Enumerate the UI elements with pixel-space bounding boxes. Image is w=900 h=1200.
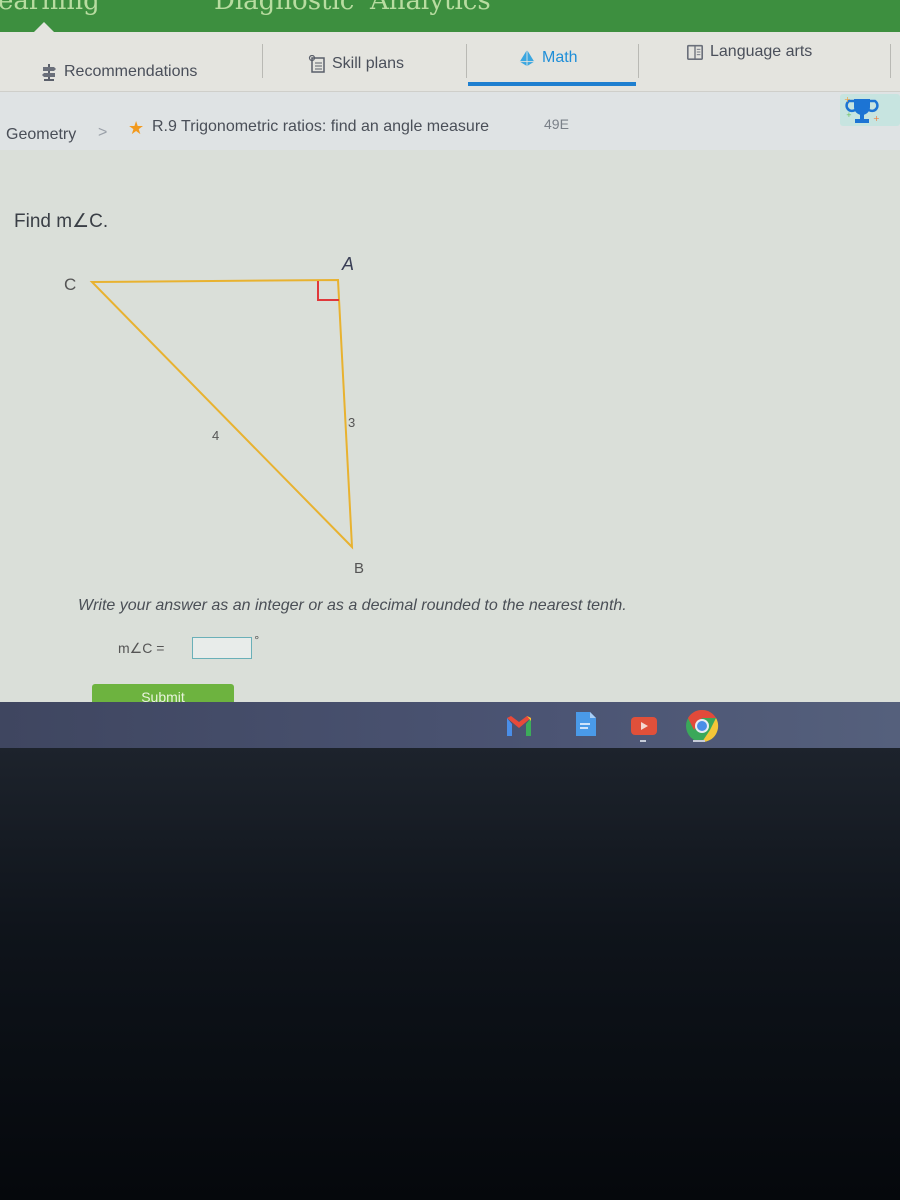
awards-button[interactable]: + + + bbox=[840, 94, 900, 126]
breadcrumb-geometry[interactable]: Geometry bbox=[6, 126, 76, 144]
triangle bbox=[89, 278, 354, 550]
star-icon: ★ bbox=[128, 118, 145, 139]
vertex-label-b: B bbox=[354, 560, 364, 577]
side-label-ab: 3 bbox=[348, 415, 355, 430]
youtube-icon[interactable] bbox=[630, 712, 658, 740]
breadcrumb-skill-title: R.9 Trigonometric ratios: find an angle … bbox=[152, 118, 490, 135]
tab-divider bbox=[262, 44, 263, 78]
nav-item-learning[interactable]: earning bbox=[0, 0, 100, 16]
trophy-icon: + + + bbox=[844, 95, 880, 123]
degree-symbol: ° bbox=[254, 634, 260, 647]
tab-math[interactable]: Math bbox=[518, 28, 578, 88]
triangle-diagram: A C B 4 3 bbox=[64, 254, 364, 577]
tab-label: Language arts bbox=[710, 43, 813, 60]
svg-text:+: + bbox=[844, 95, 851, 104]
breadcrumb-separator: > bbox=[98, 124, 108, 141]
vertex-label-a: A bbox=[341, 254, 354, 274]
tab-divider bbox=[638, 44, 639, 78]
active-tab-indicator bbox=[468, 82, 636, 86]
docs-icon[interactable] bbox=[572, 710, 600, 738]
skill-code: 49E bbox=[544, 116, 569, 132]
svg-text:+: + bbox=[846, 111, 852, 119]
pyramid-icon bbox=[519, 49, 535, 67]
book-icon bbox=[686, 44, 704, 61]
tab-label: Recommendations bbox=[64, 63, 198, 80]
tab-language-arts[interactable]: Language arts bbox=[686, 22, 812, 82]
running-indicator bbox=[693, 740, 705, 742]
right-angle-marker bbox=[317, 281, 339, 301]
vertex-label-c: C bbox=[64, 275, 76, 294]
answer-label: m∠C = bbox=[118, 640, 165, 656]
skill-plan-icon bbox=[308, 55, 325, 73]
signpost-icon bbox=[42, 64, 56, 81]
tab-divider bbox=[466, 44, 467, 78]
active-nav-caret bbox=[34, 22, 54, 32]
chrome-icon[interactable] bbox=[684, 708, 720, 744]
nav-item-diagnostic[interactable]: Diagnostic bbox=[214, 0, 354, 16]
side-label-cb: 4 bbox=[212, 428, 219, 443]
nav-item-analytics[interactable]: Analytics bbox=[370, 0, 491, 16]
answer-input[interactable] bbox=[192, 637, 252, 659]
os-shelf bbox=[0, 702, 900, 748]
screen-bezel bbox=[0, 748, 900, 1200]
running-indicator bbox=[640, 740, 646, 742]
tab-label: Math bbox=[542, 49, 578, 66]
answer-instructions: Write your answer as an integer or as a … bbox=[78, 597, 627, 614]
tab-skill-plans[interactable]: Skill plans bbox=[308, 34, 404, 94]
tab-label: Skill plans bbox=[332, 55, 405, 72]
svg-text:+: + bbox=[873, 114, 880, 123]
tab-divider bbox=[890, 44, 891, 78]
gmail-icon[interactable] bbox=[505, 712, 533, 740]
question-prompt: Find m∠C. bbox=[14, 211, 109, 232]
